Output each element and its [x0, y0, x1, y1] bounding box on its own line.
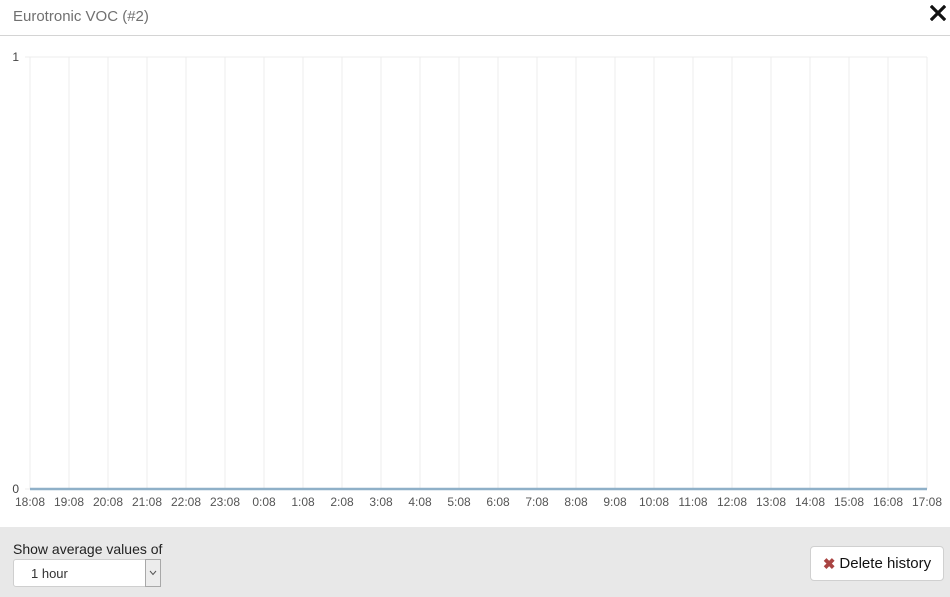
- dialog-header: Eurotronic VOC (#2): [0, 0, 950, 36]
- average-label: Show average values of: [13, 541, 163, 557]
- history-chart: 0 1 18:08 19:08 20:08 21:08 22:08 23:08 0:08 1:0…: [12, 50, 942, 509]
- x-tick-label: 3:08: [369, 495, 393, 509]
- delete-history-button[interactable]: ✖ Delete history: [810, 546, 944, 581]
- x-tick-label: 9:08: [603, 495, 627, 509]
- x-tick-label: 2:08: [330, 495, 354, 509]
- x-tick-label: 14:08: [795, 495, 825, 509]
- x-tick-label: 22:08: [171, 495, 201, 509]
- x-tick-label: 10:08: [639, 495, 669, 509]
- average-interval-value: 1 hour: [31, 566, 68, 581]
- x-tick-label: 4:08: [408, 495, 432, 509]
- chart-area: 0 1 18:08 19:08 20:08 21:08 22:08 23:08 0:08 1:0…: [0, 36, 950, 526]
- x-tick-label: 15:08: [834, 495, 864, 509]
- x-tick-label: 20:08: [93, 495, 123, 509]
- x-tick-label: 11:08: [678, 495, 707, 509]
- delete-history-label: Delete history: [839, 555, 932, 572]
- x-tick-label: 6:08: [486, 495, 510, 509]
- dialog-footer: Show average values of 1 hour ✖ Delete h…: [0, 527, 950, 597]
- x-tick-label: 17:08: [912, 495, 942, 509]
- x-tick-label: 23:08: [210, 495, 240, 509]
- x-tick-label: 18:08: [15, 495, 45, 509]
- y-tick-label: 0: [12, 482, 19, 496]
- dialog-title: Eurotronic VOC (#2): [13, 8, 149, 25]
- chevron-down-icon[interactable]: [145, 559, 161, 587]
- x-tick-label: 13:08: [756, 495, 786, 509]
- average-interval-select[interactable]: 1 hour: [13, 559, 161, 587]
- x-tick-label: 0:08: [252, 495, 276, 509]
- x-tick-label: 19:08: [54, 495, 84, 509]
- x-tick-label: 21:08: [132, 495, 162, 509]
- x-tick-label: 1:08: [291, 495, 315, 509]
- x-tick-label: 12:08: [717, 495, 747, 509]
- x-tick-label: 5:08: [447, 495, 471, 509]
- delete-icon: ✖: [822, 555, 836, 573]
- x-tick-label: 7:08: [525, 495, 549, 509]
- x-tick-label: 8:08: [564, 495, 588, 509]
- x-tick-label: 16:08: [873, 495, 903, 509]
- close-icon[interactable]: [929, 2, 950, 24]
- y-tick-label: 1: [12, 50, 19, 64]
